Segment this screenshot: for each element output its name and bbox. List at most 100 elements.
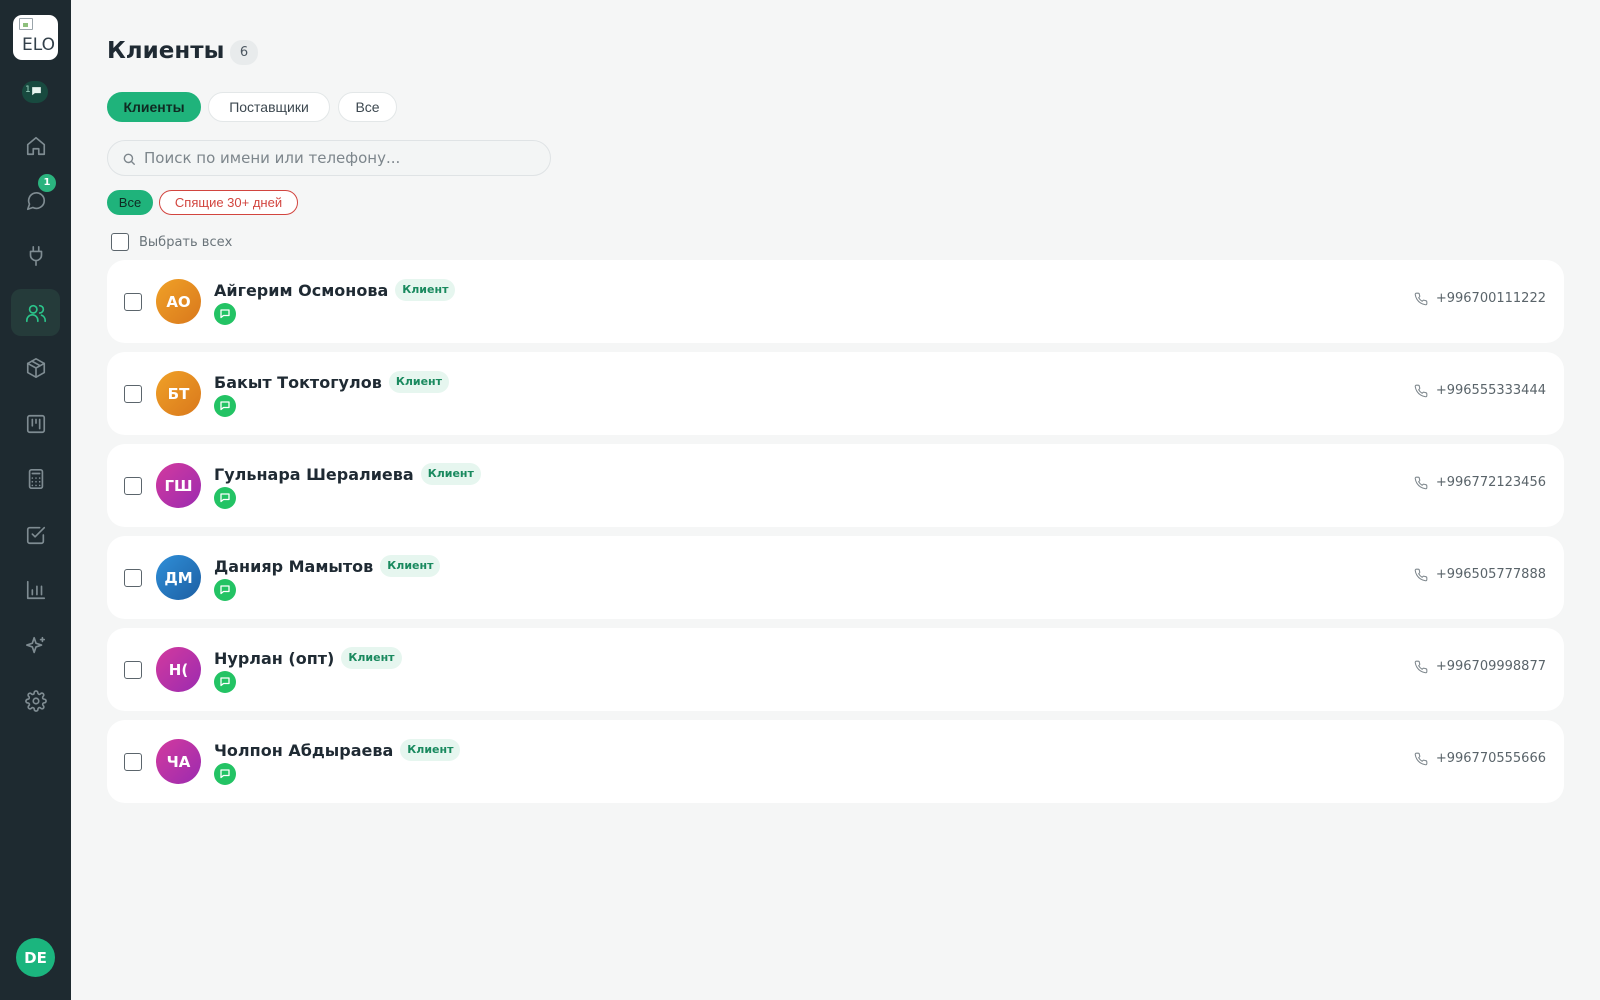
client-avatar: ГШ — [156, 463, 201, 508]
search-box — [107, 140, 551, 176]
client-type-tag: Клиент — [380, 555, 441, 577]
kanban-icon — [26, 414, 45, 433]
client-row[interactable]: АО Айгерим Осмонова Клиент +996700111222 — [107, 260, 1564, 343]
checklist-icon — [26, 526, 45, 544]
user-avatar[interactable]: DE — [16, 938, 55, 977]
gear-icon — [24, 689, 47, 712]
whatsapp-chat-button[interactable] — [214, 763, 236, 785]
client-phone[interactable]: +996709998877 — [1414, 659, 1546, 674]
client-name[interactable]: Нурлан (опт) — [214, 649, 334, 668]
chats-unread-count: 1 — [38, 174, 56, 192]
client-row[interactable]: Н( Нурлан (опт) Клиент +996709998877 — [107, 628, 1564, 711]
client-checkbox[interactable] — [124, 661, 142, 679]
phone-icon — [1414, 384, 1428, 397]
filter-all[interactable]: Все — [107, 190, 153, 215]
notifications-badge[interactable]: 1 — [22, 81, 48, 103]
filter-sleeping[interactable]: Спящие 30+ дней — [159, 190, 298, 215]
select-all[interactable]: Выбрать всех — [111, 233, 232, 251]
sidebar-item-calculator[interactable] — [11, 455, 60, 502]
sidebar-item-kanban[interactable] — [11, 400, 60, 447]
broken-image-icon — [19, 18, 33, 30]
client-name-line: Бакыт Токтогулов Клиент — [214, 371, 450, 393]
sidebar-item-analytics[interactable] — [11, 566, 60, 613]
clients-count-badge: 6 — [230, 40, 258, 65]
tab-all[interactable]: Все — [338, 92, 397, 122]
client-phone-number: +996772123456 — [1435, 475, 1546, 490]
client-name[interactable]: Бакыт Токтогулов — [214, 373, 382, 392]
chat-icon — [220, 769, 230, 779]
chat-icon — [220, 585, 230, 595]
sidebar-item-chats[interactable]: 1 — [11, 174, 60, 224]
app-logo[interactable]: ELO — [13, 15, 58, 60]
client-type-tag: Клиент — [395, 279, 456, 301]
client-row[interactable]: БТ Бакыт Токтогулов Клиент +996555333444 — [107, 352, 1564, 435]
sidebar-item-tasks[interactable] — [11, 511, 60, 558]
tab-clients[interactable]: Клиенты — [107, 92, 201, 122]
whatsapp-chat-button[interactable] — [214, 579, 236, 601]
client-name-line: Чолпон Абдыраева Клиент — [214, 739, 461, 761]
client-name-line: Нурлан (опт) Клиент — [214, 647, 402, 669]
sidebar-item-integrations[interactable] — [11, 232, 60, 279]
box-icon — [26, 357, 45, 378]
chat-icon — [220, 309, 230, 319]
whatsapp-chat-button[interactable] — [214, 487, 236, 509]
phone-icon — [1414, 752, 1428, 765]
client-row[interactable]: ДМ Данияр Мамытов Клиент +996505777888 — [107, 536, 1564, 619]
page-title: Клиенты — [107, 38, 225, 64]
client-phone[interactable]: +996772123456 — [1414, 475, 1546, 490]
plug-icon — [29, 245, 42, 266]
sidebar: ELO 1 1 DE — [0, 0, 71, 1000]
home-icon — [26, 136, 45, 155]
chat-icon — [220, 677, 230, 687]
client-checkbox[interactable] — [124, 385, 142, 403]
client-row[interactable]: ГШ Гульнара Шералиева Клиент +9967721234… — [107, 444, 1564, 527]
client-phone-number: +996709998877 — [1435, 659, 1546, 674]
client-checkbox[interactable] — [124, 293, 142, 311]
sidebar-item-clients[interactable] — [11, 289, 60, 336]
chat-icon — [220, 401, 230, 411]
client-phone[interactable]: +996770555666 — [1414, 751, 1546, 766]
client-phone[interactable]: +996700111222 — [1414, 291, 1546, 306]
select-all-label: Выбрать всех — [139, 234, 233, 250]
client-name[interactable]: Айгерим Осмонова — [214, 281, 388, 300]
client-phone-number: +996555333444 — [1435, 383, 1546, 398]
message-icon — [32, 87, 41, 96]
client-avatar: ЧА — [156, 739, 201, 784]
client-checkbox[interactable] — [124, 569, 142, 587]
phone-icon — [1414, 476, 1428, 489]
sparkles-icon — [25, 636, 45, 653]
sidebar-item-home[interactable] — [11, 122, 60, 169]
select-all-checkbox[interactable] — [111, 233, 129, 251]
client-name[interactable]: Гульнара Шералиева — [214, 465, 414, 484]
client-phone-number: +996700111222 — [1435, 291, 1546, 306]
client-phone-number: +996505777888 — [1435, 567, 1546, 582]
tab-suppliers[interactable]: Поставщики — [208, 92, 330, 122]
client-avatar: АО — [156, 279, 201, 324]
sidebar-item-products[interactable] — [11, 344, 60, 391]
client-avatar: ДМ — [156, 555, 201, 600]
client-phone[interactable]: +996505777888 — [1414, 567, 1546, 582]
client-checkbox[interactable] — [124, 477, 142, 495]
logo-alt-text: ELO — [22, 35, 55, 55]
calculator-icon — [28, 468, 43, 489]
client-row[interactable]: ЧА Чолпон Абдыраева Клиент +996770555666 — [107, 720, 1564, 803]
client-avatar: БТ — [156, 371, 201, 416]
client-type-tag: Клиент — [400, 739, 461, 761]
client-phone-number: +996770555666 — [1435, 751, 1546, 766]
client-name[interactable]: Данияр Мамытов — [214, 557, 373, 576]
client-checkbox[interactable] — [124, 753, 142, 771]
chat-icon — [220, 493, 230, 503]
client-phone[interactable]: +996555333444 — [1414, 383, 1546, 398]
search-icon — [123, 153, 135, 165]
phone-icon — [1414, 292, 1428, 305]
phone-icon — [1414, 660, 1428, 673]
bar-chart-icon — [26, 580, 45, 599]
sidebar-item-ai[interactable] — [11, 622, 60, 669]
client-type-tag: Клиент — [388, 371, 450, 393]
whatsapp-chat-button[interactable] — [214, 303, 236, 325]
search-input[interactable] — [144, 141, 544, 175]
whatsapp-chat-button[interactable] — [214, 671, 236, 693]
whatsapp-chat-button[interactable] — [214, 395, 236, 417]
sidebar-item-settings[interactable] — [11, 677, 60, 724]
client-name[interactable]: Чолпон Абдыраева — [214, 741, 393, 760]
